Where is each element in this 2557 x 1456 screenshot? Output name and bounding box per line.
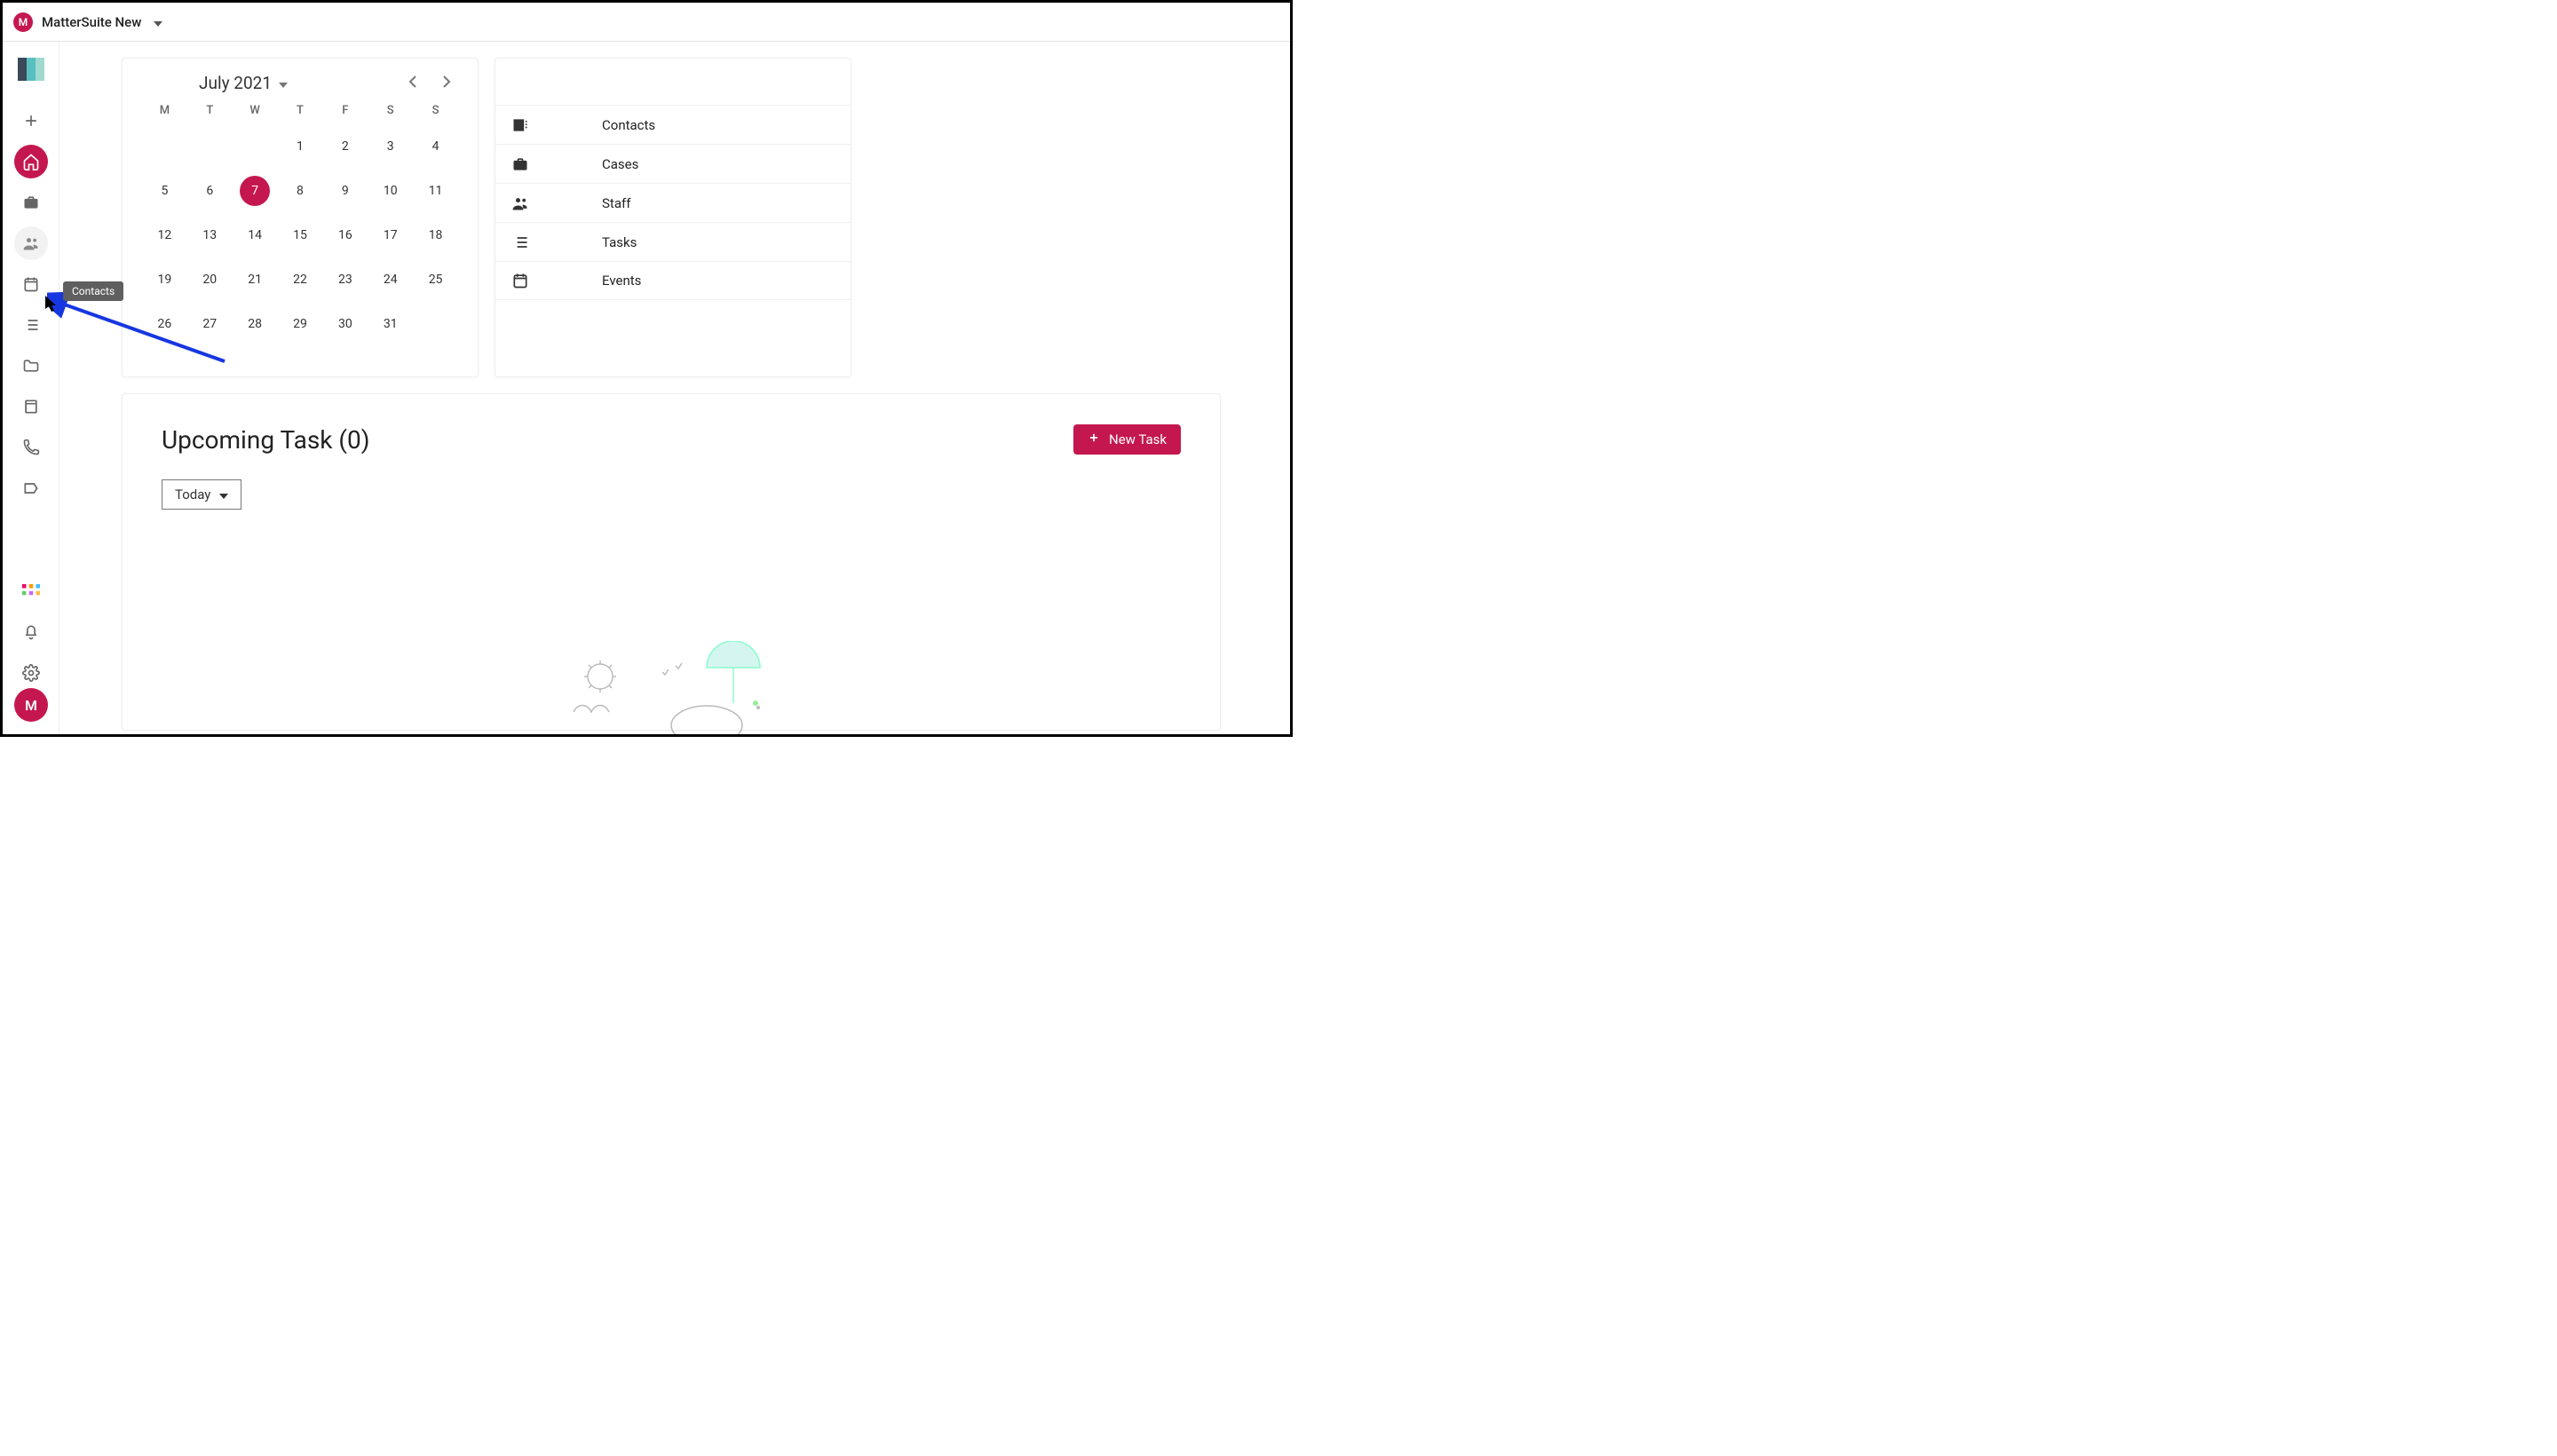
calendar-dow: S [413, 104, 458, 117]
quicklink-staff[interactable]: Staff [495, 183, 851, 222]
calendar-dow: T [187, 104, 233, 117]
quicklink-label: Contacts [602, 117, 655, 133]
sidebar-item-phone[interactable] [14, 431, 48, 464]
calendar-prev-icon[interactable] [401, 71, 424, 95]
topbar: M MatterSuite New [3, 3, 1290, 42]
calendar-month-dropdown-icon[interactable] [279, 75, 288, 91]
sidebar-item-calendar[interactable] [14, 267, 48, 301]
plus-icon [1088, 431, 1100, 447]
calendar-day[interactable]: 13 [194, 220, 225, 250]
calendar-day[interactable]: 22 [285, 265, 315, 295]
calendar-day[interactable]: 15 [285, 220, 315, 250]
new-task-label: New Task [1109, 431, 1167, 447]
new-task-button[interactable]: New Task [1073, 424, 1181, 455]
calendar-day[interactable]: 21 [240, 265, 270, 295]
calendar-day[interactable]: 28 [240, 309, 270, 339]
sidebar-item-notifications[interactable] [14, 615, 48, 649]
staff-icon [511, 194, 542, 212]
tooltip-contacts: Contacts [63, 281, 123, 301]
calendar-dow: W [233, 104, 278, 117]
workspace-dropdown-icon[interactable] [154, 13, 162, 30]
calendar-day[interactable]: 20 [194, 265, 225, 295]
calendar-day[interactable]: 5 [149, 176, 179, 206]
calendar-dow: T [278, 104, 323, 117]
sidebar-item-settings[interactable] [14, 656, 48, 690]
calendar-day[interactable]: 17 [376, 220, 406, 250]
quicklinks-widget: Contacts Cases Staff Tasks Events [495, 58, 851, 377]
calendar-day[interactable]: 3 [376, 131, 406, 162]
calendar-day[interactable]: 24 [376, 265, 406, 295]
quicklink-events[interactable]: Events [495, 261, 851, 300]
calendar-day[interactable]: 6 [194, 176, 225, 206]
calendar-day[interactable]: 8 [285, 176, 315, 206]
calendar-day[interactable]: 30 [330, 309, 360, 339]
tasks-icon [511, 233, 542, 251]
calendar-day[interactable]: 10 [376, 176, 406, 206]
empty-illustration [556, 641, 787, 734]
chevron-down-icon [219, 487, 228, 502]
sidebar-item-apps[interactable] [14, 576, 48, 610]
sidebar-item-folder[interactable] [14, 349, 48, 383]
quicklink-tasks[interactable]: Tasks [495, 222, 851, 261]
sidebar-item-add[interactable] [14, 104, 48, 138]
sidebar-item-tag[interactable] [14, 471, 48, 505]
quicklink-cases[interactable]: Cases [495, 144, 851, 183]
tasks-title: Upcoming Task (0) [162, 425, 370, 455]
tasks-widget: Upcoming Task (0) New Task Today [122, 393, 1221, 731]
calendar-day[interactable]: 27 [194, 309, 225, 339]
user-avatar[interactable]: M [14, 688, 48, 722]
sidebar-item-contacts[interactable] [14, 226, 48, 260]
calendar-day[interactable]: 2 [330, 131, 360, 162]
quicklink-contacts[interactable]: Contacts [495, 105, 851, 144]
calendar-day[interactable]: 31 [376, 309, 406, 339]
calendar-day[interactable]: 29 [285, 309, 315, 339]
calendar-dow: F [322, 104, 368, 117]
contacts-icon [511, 116, 542, 134]
calendar-day[interactable]: 4 [421, 131, 451, 162]
sidebar-item-tasks[interactable] [14, 308, 48, 342]
calendar-widget: July 2021 MTWTFSS...12345678910111213141… [122, 58, 479, 377]
calendar-month-label[interactable]: July 2021 [199, 73, 272, 93]
calendar-dow: M [142, 104, 187, 117]
calendar-day[interactable]: 11 [421, 176, 451, 206]
workspace-avatar[interactable]: M [13, 12, 33, 32]
task-filter-label: Today [175, 487, 210, 502]
calendar-day[interactable]: 1 [285, 131, 315, 162]
quicklink-label: Tasks [602, 234, 637, 250]
cases-icon [511, 155, 542, 173]
calendar-next-icon[interactable] [435, 71, 458, 95]
calendar-day[interactable]: 7 [240, 176, 270, 206]
events-icon [511, 272, 542, 289]
task-filter-dropdown[interactable]: Today [162, 479, 241, 510]
quicklink-label: Events [602, 273, 641, 289]
sidebar-item-library[interactable] [14, 390, 48, 423]
calendar-day[interactable]: 14 [240, 220, 270, 250]
calendar-day[interactable]: 23 [330, 265, 360, 295]
main-content: July 2021 MTWTFSS...12345678910111213141… [59, 42, 1290, 734]
calendar-day[interactable]: 25 [421, 265, 451, 295]
calendar-day[interactable]: 16 [330, 220, 360, 250]
calendar-day[interactable]: 12 [149, 220, 179, 250]
quicklink-label: Cases [602, 156, 638, 172]
sidebar: M [3, 42, 59, 734]
quicklink-label: Staff [602, 195, 630, 211]
calendar-dow: S [368, 104, 413, 117]
workspace-title[interactable]: MatterSuite New [42, 14, 141, 30]
calendar-day[interactable]: 26 [149, 309, 179, 339]
sidebar-item-cases[interactable] [14, 186, 48, 219]
sidebar-item-home[interactable] [14, 145, 48, 178]
app-logo [18, 58, 44, 81]
calendar-day[interactable]: 18 [421, 220, 451, 250]
calendar-day[interactable]: 19 [149, 265, 179, 295]
calendar-day[interactable]: 9 [330, 176, 360, 206]
